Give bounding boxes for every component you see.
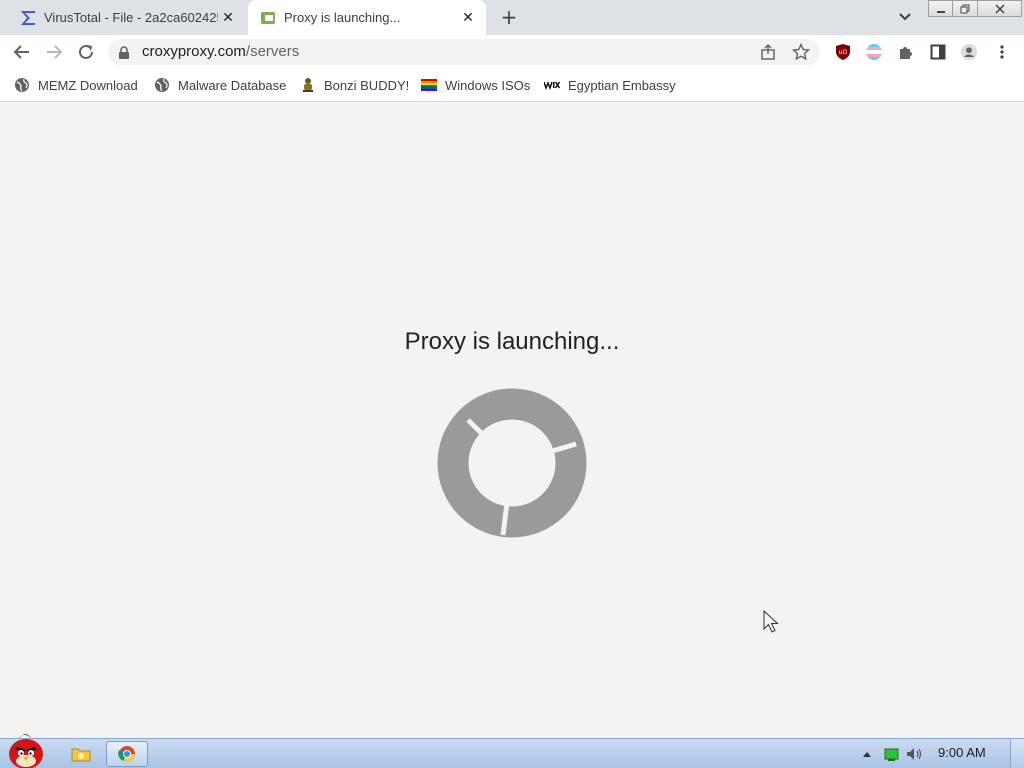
close-icon[interactable]: ✕	[458, 8, 478, 28]
close-window-button[interactable]	[978, 0, 1022, 17]
browser-toolbar: croxyproxy.com/servers uO	[0, 35, 1024, 69]
start-orb-angry-bird-icon[interactable]	[4, 730, 50, 768]
url-text[interactable]: croxyproxy.com/servers	[142, 43, 299, 60]
bookmark-memz-download[interactable]: MEMZ Download	[14, 75, 138, 95]
menu-icon[interactable]	[993, 43, 1011, 61]
show-desktop-button[interactable]	[1010, 739, 1024, 768]
bookmark-bonzi-buddy[interactable]: Bonzi BUDDY!	[300, 75, 409, 95]
battery-icon[interactable]	[884, 747, 900, 761]
lock-icon[interactable]	[118, 45, 130, 59]
wix-icon	[544, 77, 560, 93]
tab-title: VirusTotal - File - 2a2ca602425	[44, 10, 218, 25]
globe-icon	[154, 77, 170, 93]
bookmark-windows-isos[interactable]: Windows ISOs	[421, 75, 530, 95]
svg-text:uO: uO	[839, 49, 848, 56]
loading-spinner-icon	[437, 388, 587, 538]
side-panel-icon[interactable]	[929, 43, 947, 61]
bookmark-label: Bonzi BUDDY!	[324, 77, 410, 93]
bookmark-label: MEMZ Download	[38, 77, 138, 93]
window-controls	[928, 0, 1022, 17]
bookmark-malware-database[interactable]: Malware Database	[154, 75, 286, 95]
tab-title: Proxy is launching...	[284, 10, 401, 25]
address-bar[interactable]: croxyproxy.com/servers	[108, 39, 820, 65]
volume-icon[interactable]	[906, 747, 924, 761]
taskbar: 9:00 AM	[0, 734, 1024, 768]
page-title: Proxy is launching...	[404, 328, 620, 355]
bookmark-label: Egyptian Embassy	[568, 77, 676, 93]
chevron-down-icon[interactable]	[896, 8, 914, 26]
mouse-cursor-icon	[763, 610, 779, 633]
bookmarks-bar: MEMZ Download Malware Database Bonzi BUD…	[0, 69, 1024, 102]
globe-icon	[14, 77, 30, 93]
bookmark-label: Malware Database	[178, 77, 287, 93]
bookmark-star-icon[interactable]	[791, 42, 811, 61]
share-icon[interactable]	[760, 44, 776, 60]
bookmark-label: Windows ISOs	[445, 77, 531, 93]
new-tab-button[interactable]: +	[498, 6, 520, 28]
profile-icon[interactable]	[960, 43, 978, 61]
ublock-icon[interactable]: uO	[834, 43, 852, 61]
chrome-icon	[118, 746, 135, 762]
trans-flag-icon[interactable]	[865, 43, 883, 61]
page-content: Proxy is launching...	[0, 102, 1024, 738]
forward-arrow-icon[interactable]	[43, 41, 65, 63]
restore-button[interactable]	[953, 0, 978, 17]
reload-icon[interactable]	[75, 41, 97, 63]
rainbow-flag-icon	[421, 77, 437, 93]
croxyproxy-icon	[260, 10, 276, 26]
close-icon[interactable]: ✕	[218, 8, 238, 28]
taskbar-chrome-button[interactable]	[106, 741, 148, 767]
folder-icon[interactable]	[68, 741, 94, 767]
bonzi-icon	[300, 77, 316, 93]
tray-up-arrow-icon[interactable]	[860, 750, 874, 758]
tab-strip: VirusTotal - File - 2a2ca602425 ✕ Proxy …	[0, 0, 1024, 35]
minimize-button[interactable]	[928, 0, 953, 17]
puzzle-icon[interactable]	[897, 43, 915, 61]
virustotal-sigma-icon	[20, 10, 36, 26]
tab-proxy[interactable]: Proxy is launching... ✕	[248, 0, 486, 35]
bookmark-egyptian-embassy[interactable]: Egyptian Embassy	[544, 75, 676, 95]
tray-icons	[860, 745, 924, 763]
taskbar-clock[interactable]: 9:00 AM	[938, 745, 986, 760]
tab-virustotal[interactable]: VirusTotal - File - 2a2ca602425 ✕	[8, 0, 246, 35]
back-arrow-icon[interactable]	[11, 41, 33, 63]
